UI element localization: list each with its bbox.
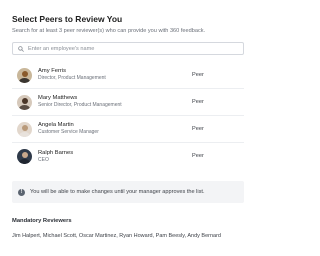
peer-name: Amy Ferris	[38, 68, 67, 74]
notice-text: You will be able to make changes until y…	[30, 189, 205, 195]
avatar	[17, 149, 32, 164]
search-icon	[18, 45, 24, 52]
peer-name: Angela Martin	[38, 122, 74, 128]
avatar	[17, 67, 32, 83]
avatar	[17, 121, 32, 137]
page-subtitle: Search for at least 3 peer reviewer(s) w…	[12, 28, 206, 34]
peer-row[interactable]: Mary Matthews Senior Director, Product M…	[12, 89, 244, 116]
peer-list: Amy Ferris Director, Product Management …	[12, 62, 244, 170]
peer-role: Peer	[192, 99, 204, 105]
peer-title: Senior Director, Product Management	[38, 102, 122, 108]
peer-role: Peer	[192, 126, 204, 132]
peer-name: Mary Matthews	[38, 95, 78, 101]
peer-row[interactable]: Ralph Barnes CEO Peer	[12, 143, 244, 170]
avatar	[17, 94, 32, 110]
info-icon: !	[18, 188, 25, 196]
search-box[interactable]	[12, 42, 244, 55]
peer-role: Peer	[192, 153, 204, 159]
peer-title: Director, Product Management	[38, 75, 106, 81]
mandatory-reviewers-heading: Mandatory Reviewers	[12, 218, 72, 224]
peer-row[interactable]: Angela Martin Customer Service Manager P…	[12, 116, 244, 143]
employee-search-input[interactable]	[28, 43, 228, 54]
mandatory-reviewers-list: Jim Halpert, Michael Scott, Oscar Martin…	[12, 233, 221, 239]
peer-role: Peer	[192, 72, 204, 78]
peer-title: Customer Service Manager	[38, 129, 99, 135]
info-notice: ! You will be able to make changes until…	[12, 181, 244, 203]
page-title: Select Peers to Review You	[12, 14, 123, 24]
peer-row[interactable]: Amy Ferris Director, Product Management …	[12, 62, 244, 89]
peer-title: CEO	[38, 156, 49, 163]
peer-name: Ralph Barnes	[38, 149, 74, 156]
